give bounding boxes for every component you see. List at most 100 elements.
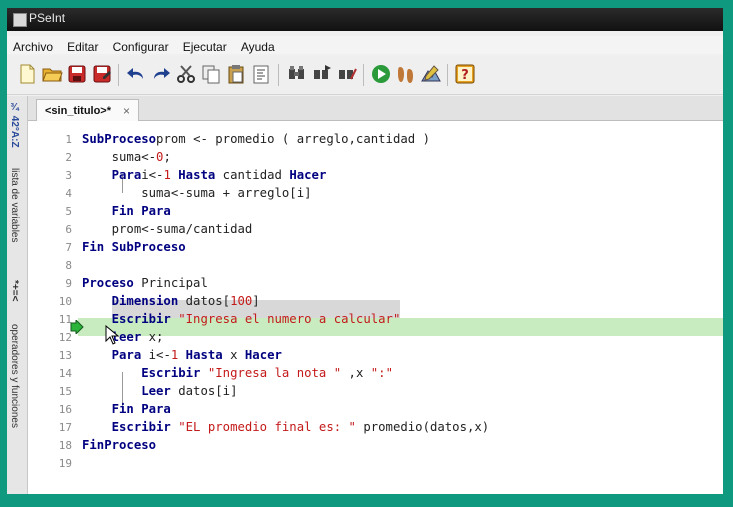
code-line[interactable]: Escribir "Ingresa el numero a calcular" [82,310,401,328]
toolbar-separator [118,64,119,86]
run-icon[interactable] [369,62,393,86]
code-line[interactable]: leer x; [82,328,164,346]
code-line[interactable]: Para i<-1 Hasta x Hacer [82,346,282,364]
pseint-window: PSeInt Archivo Editar Configurar Ejecuta… [7,8,723,494]
code-line[interactable]: FinProceso [82,436,156,454]
search-icon[interactable] [285,62,309,86]
variables-panel-tab[interactable]: lista de variables [9,168,20,242]
code-token: Para [82,348,142,362]
tab-label: <sin_titulo>* [45,104,112,117]
line-number: 14 [58,367,72,380]
open-folder-icon[interactable] [40,62,64,86]
code-token: x; [141,330,164,344]
menu-editar[interactable]: Editar [67,39,98,54]
close-icon[interactable]: × [123,104,130,118]
window-title: PSeInt [29,11,66,25]
code-token: ":" [370,366,393,380]
debug-icon[interactable] [419,62,443,86]
code-token: prom<-suma/cantidad [82,222,253,236]
app-icon [13,13,27,27]
code-token: 100 [230,294,253,308]
code-token: i<- [141,168,164,182]
format-icon[interactable] [249,62,273,86]
operators-panel-icon[interactable]: *+=< [9,280,20,301]
line-number: 4 [65,187,72,200]
code-line[interactable]: Parai<-1 Hasta cantidad Hacer [82,166,327,184]
undo-icon[interactable] [124,62,148,86]
code-token: promedio(datos,x) [355,420,490,434]
code-line[interactable]: suma<-0; [82,148,171,166]
code-token: Hacer [244,348,282,362]
code-line[interactable]: SubProcesoprom <- promedio ( arreglo,can… [82,130,430,148]
code-editor[interactable]: 1 2 3 4 5 6 7 8 9 10 11 12 13 14 15 16 17 18 19 SubProceso… [28,121,723,494]
code-line[interactable]: Fin SubProceso [82,238,186,256]
code-token: "EL promedio final es: " [170,420,356,434]
code-token: Escribir [82,312,171,326]
code-line[interactable]: Proceso Principal [82,274,208,292]
mouse-pointer-icon [105,325,119,345]
code-token: 1 [163,168,171,182]
save-as-icon[interactable] [90,62,114,86]
replace-icon[interactable] [335,62,359,86]
code-token: Escribir [82,366,201,380]
line-number: 12 [58,331,72,344]
code-line[interactable]: Dimension datos[100] [82,292,260,310]
code-token: Dimension [82,294,179,308]
code-token: Fin Para [82,204,171,218]
code-token: Fin Para [82,402,171,416]
code-line[interactable]: prom<-suma/cantidad [82,220,253,238]
step-icon[interactable] [394,62,418,86]
menu-ayuda[interactable]: Ayuda [241,39,275,54]
new-file-icon[interactable] [15,62,39,86]
line-number-gutter: 1 2 3 4 5 6 7 8 9 10 11 12 13 14 15 16 17 18 19 [28,121,78,494]
cut-icon[interactable] [174,62,198,86]
code-token: FinProceso [82,438,157,452]
code-token: Hacer [289,168,327,182]
line-number: 9 [65,277,72,290]
line-number: 16 [58,403,72,416]
line-number: 15 [58,385,72,398]
code-line[interactable]: Fin Para [82,202,171,220]
toolbar-separator [363,64,364,86]
code-token: Hasta [178,348,223,362]
line-number: 2 [65,151,72,164]
code-line[interactable]: Fin Para [82,400,171,418]
variables-panel-icon[interactable]: ¾ 42°A:Z [9,102,20,148]
code-line[interactable]: suma<-suma + arreglo[i] [82,184,312,202]
line-number: 7 [65,241,72,254]
code-token: Proceso [82,276,134,290]
side-panel: ¾ 42°A:Z lista de variables *+=< operado… [7,96,28,494]
code-token: ,x [341,366,371,380]
save-icon[interactable] [65,62,89,86]
tab-bar: <sin_titulo>* × [28,96,723,121]
code-token: x [222,348,245,362]
line-number: 6 [65,223,72,236]
code-line[interactable]: Leer datos[i] [82,382,237,400]
tab-sin-titulo[interactable]: <sin_titulo>* × [36,99,140,121]
search-next-icon[interactable] [310,62,334,86]
title-bar[interactable]: PSeInt [7,8,723,31]
code-token: Para [82,168,142,182]
copy-icon[interactable] [199,62,223,86]
operators-panel-tab[interactable]: operadores y funciones [9,324,20,428]
code-token: Principal [133,276,208,290]
line-number: 10 [58,295,72,308]
menu-configurar[interactable]: Configurar [113,39,169,54]
code-token: "Ingresa la nota " [200,366,342,380]
code-token: Hasta [170,168,216,182]
line-number: 8 [65,259,72,272]
line-number: 13 [58,349,72,362]
code-token: i<- [141,348,171,362]
menu-archivo[interactable]: Archivo [13,39,53,54]
help-icon[interactable]: ? [453,62,477,86]
menu-ejecutar[interactable]: Ejecutar [183,39,227,54]
line-number: 18 [58,439,72,452]
line-number: 19 [58,457,72,470]
code-line[interactable]: Escribir "EL promedio final es: " promed… [82,418,490,436]
svg-text:?: ? [461,68,469,83]
redo-icon[interactable] [149,62,173,86]
code-token: suma<-suma + arreglo[i] [82,186,312,200]
paste-icon[interactable] [224,62,248,86]
code-line[interactable]: Escribir "Ingresa la nota " ,x ":" [82,364,393,382]
toolbar-separator [278,64,279,86]
